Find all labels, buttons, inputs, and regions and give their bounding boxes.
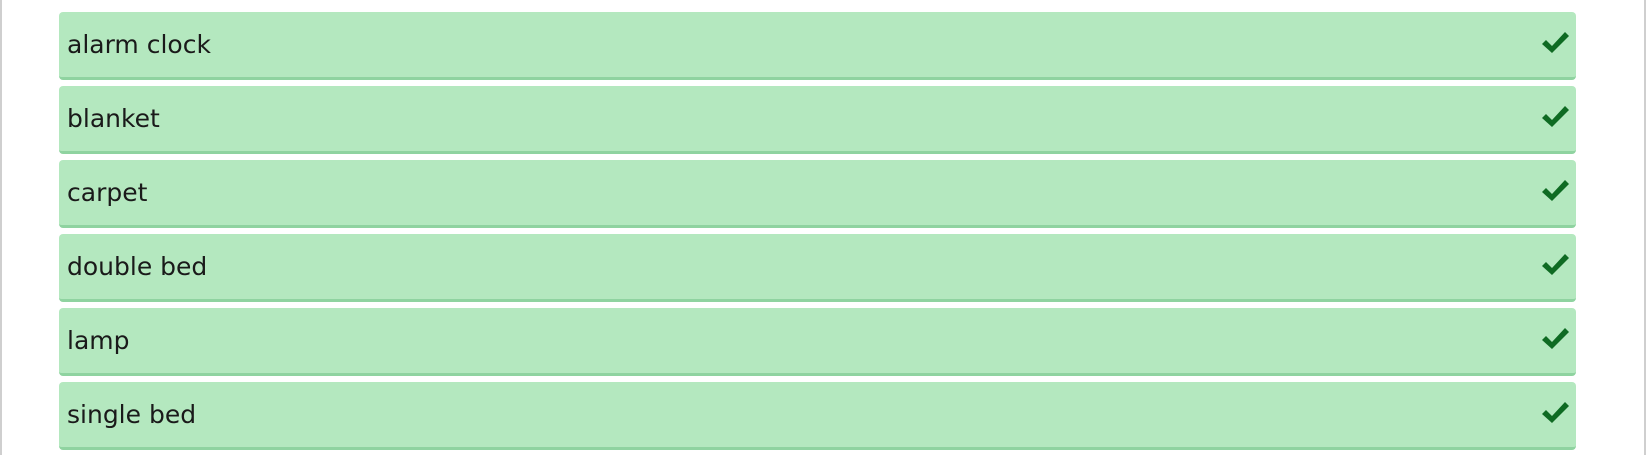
page-border-left <box>0 0 2 455</box>
check-icon <box>1542 106 1569 127</box>
answer-item[interactable]: blanket <box>59 86 1576 154</box>
answer-item-label: blanket <box>67 104 160 133</box>
answer-item[interactable]: lamp <box>59 308 1576 376</box>
check-icon <box>1542 180 1569 201</box>
answer-list: alarm clock blanket carpet double bed la… <box>59 12 1576 455</box>
answer-item-label: single bed <box>67 400 197 429</box>
check-icon <box>1542 32 1569 53</box>
answer-item-label: carpet <box>67 178 148 207</box>
answer-page: alarm clock blanket carpet double bed la… <box>0 0 1646 455</box>
answer-item[interactable]: double bed <box>59 234 1576 302</box>
check-icon <box>1542 402 1569 423</box>
answer-item[interactable]: carpet <box>59 160 1576 228</box>
answer-item-label: alarm clock <box>67 30 211 59</box>
answer-item-label: lamp <box>67 326 130 355</box>
answer-item[interactable]: alarm clock <box>59 12 1576 80</box>
answer-item-label: double bed <box>67 252 208 281</box>
check-icon <box>1542 254 1569 275</box>
check-icon <box>1542 328 1569 349</box>
answer-item[interactable]: single bed <box>59 382 1576 450</box>
